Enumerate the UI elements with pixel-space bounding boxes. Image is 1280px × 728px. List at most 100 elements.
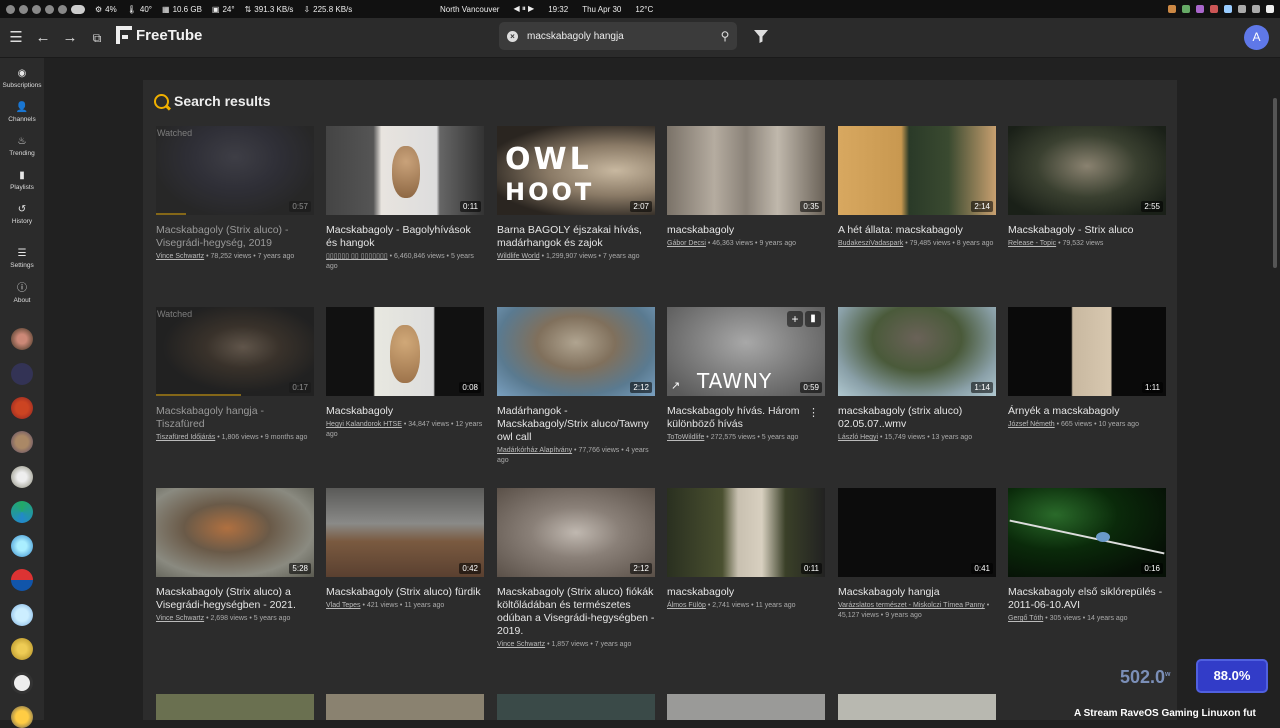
search-icon[interactable]: ⚲: [713, 29, 737, 43]
video-thumbnail[interactable]: 1:11: [1008, 307, 1166, 396]
video-card[interactable]: 2:14 A hét állata: macskabagoly Budakesz…: [838, 126, 996, 249]
video-title[interactable]: A hét állata: macskabagoly: [838, 224, 996, 237]
video-card[interactable]: TAWNY OWL + ▮ ↗ 0:59 Macskabagoly hívás.…: [667, 307, 825, 443]
video-title[interactable]: Macskabagoly hívás. Három különböző hívá…: [667, 405, 825, 431]
video-title[interactable]: Macskabagoly - Bagolyhívások és hangok: [326, 224, 484, 250]
channel-link[interactable]: Madárkórház Alapítvány: [497, 447, 572, 454]
video-card[interactable]: 1:14 macskabagoly (strix aluco) 02.05.07…: [838, 307, 996, 443]
video-title[interactable]: Madárhangok - Macskabagoly/Strix aluco/T…: [497, 405, 655, 444]
sidebar-item-history[interactable]: ↺ History: [0, 204, 44, 225]
video-title[interactable]: Macskabagoly (Strix aluco) fürdik: [326, 586, 484, 599]
video-title[interactable]: Macskabagoly - Strix aluco: [1008, 224, 1166, 237]
channel-avatar[interactable]: [11, 535, 33, 557]
video-thumbnail[interactable]: 2:12: [497, 307, 655, 396]
video-card[interactable]: Watched 0:57 Macskabagoly (Strix aluco) …: [156, 126, 314, 262]
video-thumbnail[interactable]: Watched 0:17: [156, 307, 314, 396]
video-title[interactable]: Macskabagoly első siklórepülés - 2011-06…: [1008, 586, 1166, 612]
video-card[interactable]: 5:28 Macskabagoly (Strix aluco) a Visegr…: [156, 488, 314, 624]
video-thumbnail[interactable]: 1:14: [838, 307, 996, 396]
channel-link[interactable]: BudakesziVadaspark: [838, 240, 903, 247]
video-card[interactable]: 0:08 Macskabagoly Hegyi Kalandorok HTSE …: [326, 307, 484, 440]
video-card[interactable]: 2:12 Madárhangok - Macskabagoly/Strix al…: [497, 307, 655, 466]
video-thumbnail[interactable]: 0:11: [667, 488, 825, 577]
avatar[interactable]: A: [1244, 25, 1269, 50]
save-bookmark-icon[interactable]: ▮: [805, 311, 821, 327]
video-title[interactable]: Barna BAGOLY éjszakai hívás, madárhangok…: [497, 224, 655, 250]
channel-link[interactable]: Varázslatos természet - Miskolczi Tímea …: [838, 602, 985, 609]
video-title[interactable]: macskabagoly: [667, 224, 825, 237]
channel-link[interactable]: Gergő Tóth: [1008, 615, 1043, 622]
video-title[interactable]: Macskabagoly hangja - Tiszafüred: [156, 405, 314, 431]
channel-link[interactable]: József Németh: [1008, 421, 1055, 428]
channel-avatar[interactable]: [11, 569, 33, 591]
video-card[interactable]: 0:11 Macskabagoly - Bagolyhívások és han…: [326, 126, 484, 272]
channel-avatar[interactable]: [11, 397, 33, 419]
video-title[interactable]: Macskabagoly (Strix aluco) a Visegrádi-h…: [156, 586, 314, 612]
channel-link[interactable]: ToToWildlife: [667, 434, 704, 441]
video-thumbnail[interactable]: 0:42: [326, 488, 484, 577]
sidebar-item-trending[interactable]: ♨ Trending: [0, 136, 44, 157]
channel-avatar[interactable]: [11, 672, 33, 694]
video-card[interactable]: 2:12 Macskabagoly (Strix aluco) fiókák k…: [497, 488, 655, 650]
video-thumbnail[interactable]: 5:28: [156, 488, 314, 577]
channel-link[interactable]: Wildlife World: [497, 253, 540, 260]
video-title[interactable]: Árnyék a macskabagoly: [1008, 405, 1166, 418]
media-controls[interactable]: ◀ ⏸ ▶: [513, 4, 534, 14]
video-thumbnail[interactable]: 2:14: [838, 126, 996, 215]
channel-link[interactable]: Tiszafüred Időjárás: [156, 434, 215, 441]
video-card[interactable]: 2:55 Macskabagoly - Strix aluco Release …: [1008, 126, 1166, 249]
channel-link[interactable]: Vince Schwartz: [156, 253, 204, 260]
video-thumbnail[interactable]: [667, 694, 825, 720]
video-thumbnail[interactable]: Watched 0:57: [156, 126, 314, 215]
video-thumbnail[interactable]: [497, 694, 655, 720]
video-thumbnail[interactable]: TAWNY OWL + ▮ ↗ 0:59: [667, 307, 825, 396]
video-thumbnail[interactable]: 0:16: [1008, 488, 1166, 577]
channel-link[interactable]: Álmos Fülöp: [667, 602, 706, 609]
channel-avatar[interactable]: [11, 638, 33, 660]
channel-avatar[interactable]: [11, 604, 33, 626]
video-thumbnail[interactable]: 0:41: [838, 488, 996, 577]
video-thumbnail[interactable]: [156, 694, 314, 720]
channel-link[interactable]: Release - Topic: [1008, 240, 1056, 247]
video-title[interactable]: macskabagoly: [667, 586, 825, 599]
video-thumbnail[interactable]: 0:35: [667, 126, 825, 215]
scrollbar[interactable]: [1272, 58, 1278, 720]
channel-avatar[interactable]: [11, 501, 33, 523]
freetube-logo[interactable]: FreeTube: [116, 26, 202, 44]
video-card[interactable]: Watched 0:17 Macskabagoly hangja - Tisza…: [156, 307, 314, 443]
video-card[interactable]: 0:16 Macskabagoly első siklórepülés - 20…: [1008, 488, 1166, 624]
back-arrow-icon[interactable]: ←: [33, 28, 53, 48]
channel-avatar[interactable]: [11, 431, 33, 453]
workspace-indicators[interactable]: [0, 4, 85, 14]
channel-avatar[interactable]: [11, 706, 33, 728]
forward-arrow-icon[interactable]: →: [60, 28, 80, 48]
menu-icon[interactable]: ☰: [6, 28, 26, 48]
video-card[interactable]: 0:11 macskabagoly Álmos Fülöp • 2,741 vi…: [667, 488, 825, 611]
channel-link[interactable]: ▯▯▯▯▯▯ ▯▯ ▯▯▯▯▯▯▯: [326, 253, 388, 260]
channel-link[interactable]: Vlad Tepes: [326, 602, 361, 609]
sidebar-item-about[interactable]: ⓘ About: [0, 283, 44, 304]
video-title[interactable]: macskabagoly (strix aluco) 02.05.07..wmv: [838, 405, 996, 431]
channel-avatar[interactable]: [11, 328, 33, 350]
channel-avatar[interactable]: [11, 363, 33, 385]
video-title[interactable]: Macskabagoly (Strix aluco) - Visegrádi-h…: [156, 224, 314, 250]
add-to-playlist-icon[interactable]: +: [787, 311, 803, 327]
video-thumbnail[interactable]: [326, 694, 484, 720]
video-title[interactable]: Macskabagoly hangja: [838, 586, 996, 599]
sidebar-item-settings[interactable]: ☰ Settings: [0, 248, 44, 269]
search-input[interactable]: macskabagoly hangja: [527, 31, 713, 42]
channel-link[interactable]: Hegyi Kalandorok HTSE: [326, 421, 402, 428]
video-thumbnail[interactable]: 0:08: [326, 307, 484, 396]
video-thumbnail[interactable]: 0:11: [326, 126, 484, 215]
video-card[interactable]: 0:41 Macskabagoly hangja Varázslatos ter…: [838, 488, 996, 621]
tray-icons[interactable]: [1168, 5, 1274, 13]
video-thumbnail[interactable]: OWL HOOT 2:07: [497, 126, 655, 215]
clear-search-icon[interactable]: ×: [507, 30, 518, 42]
channel-link[interactable]: Vince Schwartz: [156, 615, 204, 622]
video-thumbnail[interactable]: 2:55: [1008, 126, 1166, 215]
video-card[interactable]: 0:35 macskabagoly Gábor Decsi • 46,363 v…: [667, 126, 825, 249]
video-card[interactable]: 0:42 Macskabagoly (Strix aluco) fürdik V…: [326, 488, 484, 611]
video-thumbnail[interactable]: 2:12: [497, 488, 655, 577]
channel-link[interactable]: Gábor Decsi: [667, 240, 706, 247]
video-title[interactable]: Macskabagoly: [326, 405, 484, 418]
